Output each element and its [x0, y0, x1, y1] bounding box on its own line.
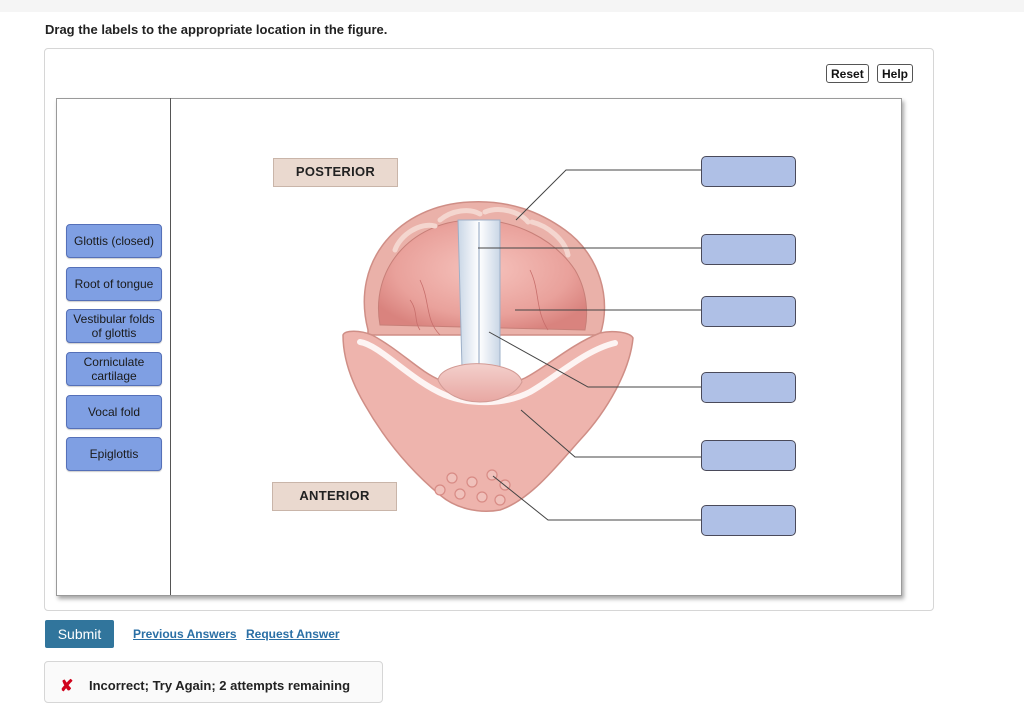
- request-answer-link[interactable]: Request Answer: [246, 627, 340, 641]
- drop-target-5[interactable]: [701, 440, 796, 471]
- submit-button[interactable]: Submit: [45, 620, 114, 648]
- anterior-tag: ANTERIOR: [272, 482, 397, 511]
- feedback-text: Incorrect; Try Again; 2 attempts remaini…: [89, 678, 351, 693]
- posterior-tag: POSTERIOR: [273, 158, 398, 187]
- previous-answers-link[interactable]: Previous Answers: [133, 627, 237, 641]
- drop-target-1[interactable]: [701, 156, 796, 187]
- drop-target-3[interactable]: [701, 296, 796, 327]
- x-icon: ✘: [60, 678, 74, 695]
- drop-target-6[interactable]: [701, 505, 796, 536]
- drop-target-2[interactable]: [701, 234, 796, 265]
- drop-target-4[interactable]: [701, 372, 796, 403]
- larynx-illustration: [342, 169, 701, 521]
- feedback-box: ✘ Incorrect; Try Again; 2 attempts remai…: [44, 661, 383, 703]
